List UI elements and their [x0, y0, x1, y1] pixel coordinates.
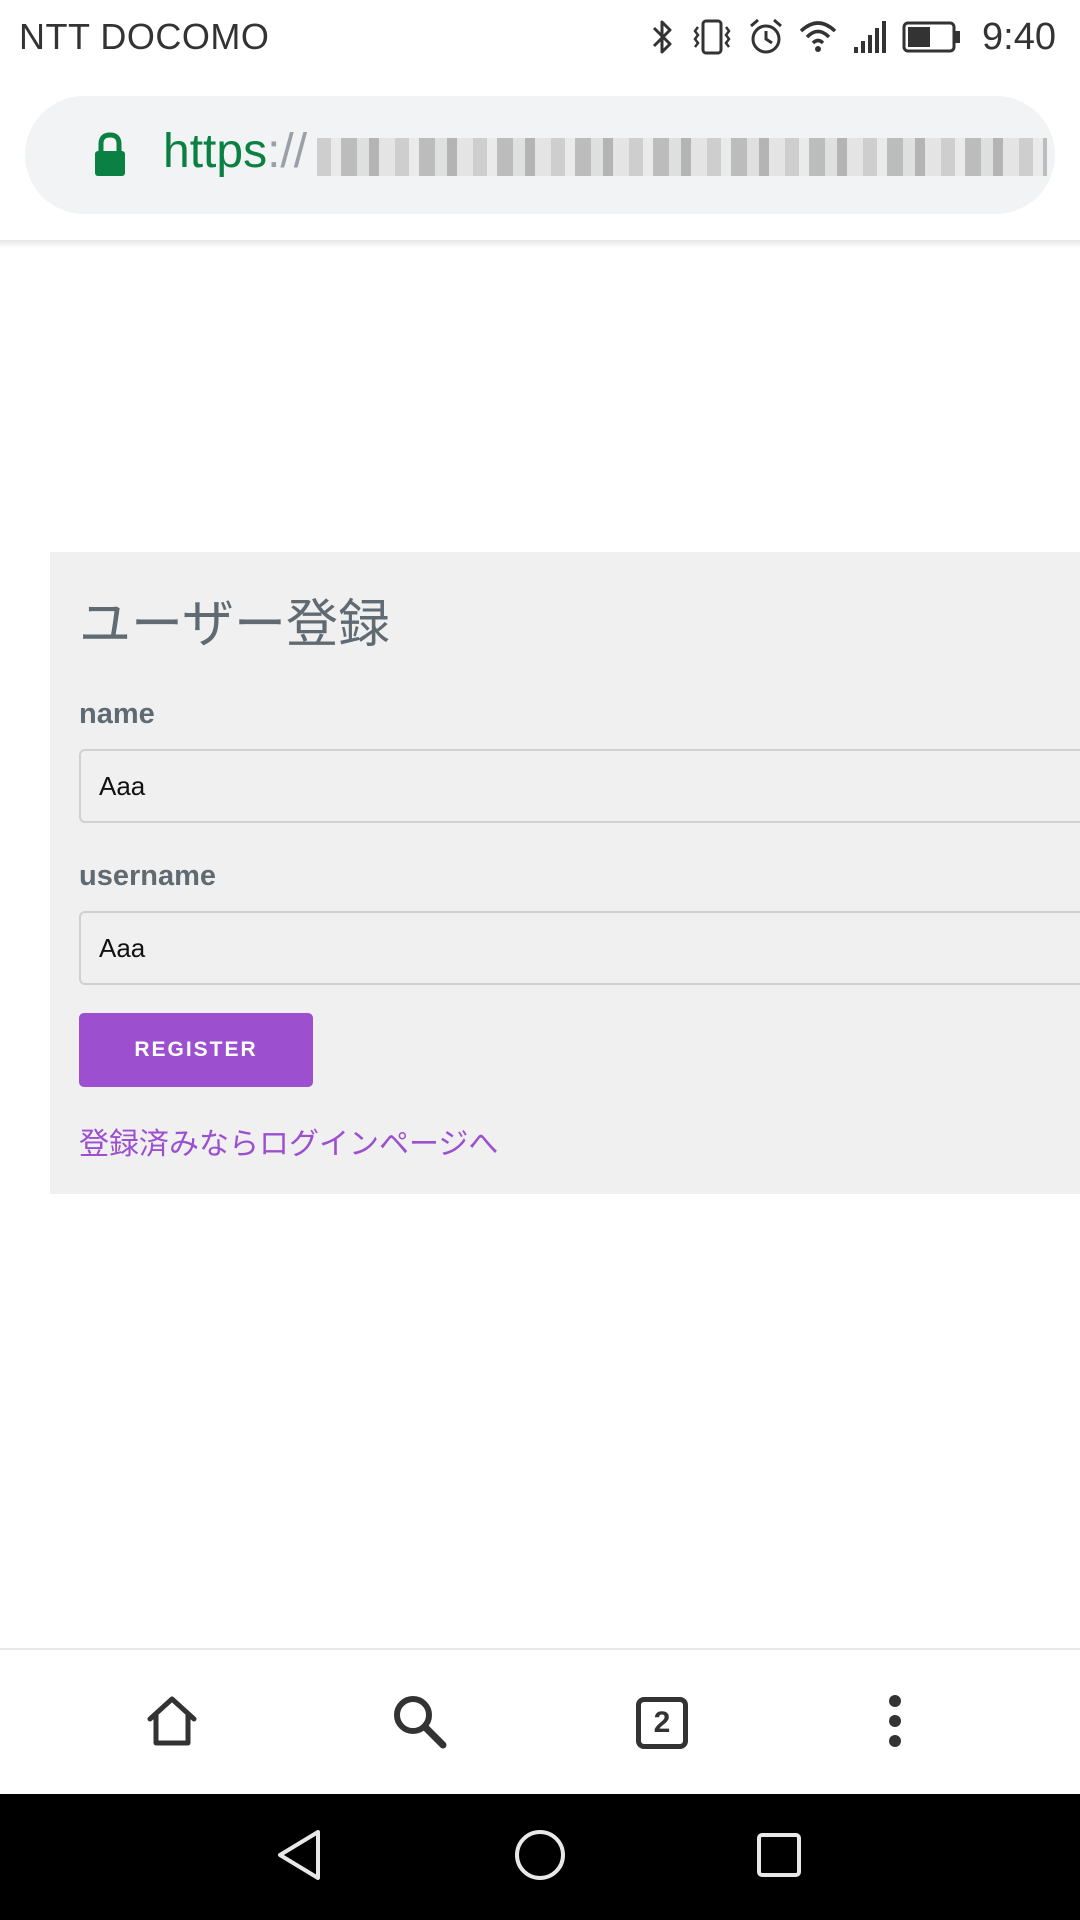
home-icon — [144, 1693, 200, 1754]
status-icons: 9:40 — [650, 14, 1056, 60]
address-bar-shadow — [0, 240, 1080, 248]
address-bar-area: https:// — [0, 74, 1080, 240]
recents-icon — [755, 1831, 803, 1884]
name-label: name — [79, 698, 155, 730]
vibrate-icon — [690, 17, 734, 57]
url-text[interactable]: https:// — [163, 124, 307, 179]
nav-recents-button[interactable] — [744, 1822, 814, 1892]
nav-back-button[interactable] — [264, 1822, 334, 1892]
login-page-link[interactable]: 登録済みならログインページへ — [79, 1119, 498, 1163]
battery-icon — [902, 17, 962, 57]
tab-count: 2 — [653, 1706, 671, 1739]
back-icon — [274, 1828, 324, 1887]
register-button[interactable]: REGISTER — [79, 1013, 313, 1087]
page-title: ユーザー登録 — [79, 596, 390, 654]
home-circle-icon — [513, 1828, 567, 1887]
browser-bottom-toolbar: 2 — [0, 1648, 1080, 1794]
lock-icon[interactable] — [93, 132, 127, 183]
tab-switcher-icon: 2 — [636, 1697, 688, 1749]
tab-switcher-button[interactable]: 2 — [627, 1688, 697, 1758]
search-icon — [390, 1692, 448, 1755]
register-card: ユーザー登録 name username REGISTER 登録済みならログイン… — [50, 552, 1080, 1194]
clock: 9:40 — [982, 15, 1056, 58]
signal-icon — [852, 17, 888, 57]
system-nav-bar — [0, 1794, 1080, 1920]
more-menu-button[interactable] — [860, 1688, 930, 1758]
nav-home-button[interactable] — [505, 1822, 575, 1892]
toolbar-search-button[interactable] — [384, 1688, 454, 1758]
address-bar[interactable]: https:// — [25, 96, 1055, 214]
url-separator: :// — [267, 125, 308, 178]
username-field[interactable] — [79, 911, 1080, 985]
name-field[interactable] — [79, 749, 1080, 823]
url-scheme: https — [163, 125, 268, 178]
more-vert-icon — [885, 1693, 905, 1754]
toolbar-home-button[interactable] — [137, 1688, 207, 1758]
username-label: username — [79, 860, 217, 892]
url-redacted — [317, 138, 1047, 176]
carrier-name: NTT DOCOMO — [19, 16, 270, 57]
status-bar: NTT DOCOMO 9:40 — [0, 0, 1080, 74]
bluetooth-icon — [650, 17, 676, 57]
alarm-icon — [748, 17, 784, 57]
wifi-icon — [798, 17, 838, 57]
